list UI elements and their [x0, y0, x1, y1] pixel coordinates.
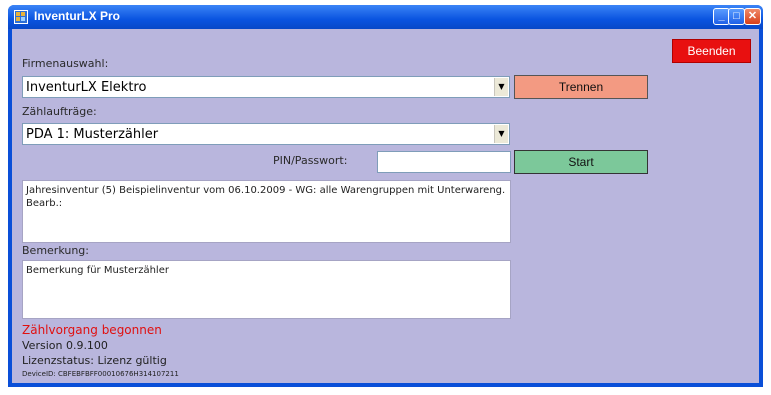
title-bar[interactable]: InventurLX Pro _ □ ✕	[8, 5, 763, 29]
start-button[interactable]: Start	[514, 150, 648, 174]
status-text: Zählvorgang begonnen	[22, 323, 162, 337]
chevron-down-icon[interactable]: ▼	[494, 125, 508, 143]
company-label: Firmenauswahl:	[22, 57, 109, 70]
company-select-value: InventurLX Elektro	[26, 80, 147, 95]
version-text: Version 0.9.100	[22, 339, 108, 352]
remark-label: Bemerkung:	[22, 244, 89, 257]
count-orders-select[interactable]: PDA 1: Musterzähler ▼	[22, 123, 510, 145]
description-text: Jahresinventur (5) Beispielinventur vom …	[22, 180, 511, 243]
remark-textarea[interactable]: Bemerkung für Musterzähler	[22, 260, 511, 319]
count-orders-label: Zählaufträge:	[22, 105, 97, 118]
company-select[interactable]: InventurLX Elektro ▼	[22, 76, 510, 98]
pin-input[interactable]	[377, 151, 511, 173]
close-button[interactable]: ✕	[744, 8, 761, 25]
count-orders-select-value: PDA 1: Musterzähler	[26, 127, 159, 142]
quit-button[interactable]: Beenden	[672, 39, 751, 63]
chevron-down-icon[interactable]: ▼	[494, 78, 508, 96]
app-icon	[14, 10, 28, 24]
maximize-button[interactable]: □	[728, 8, 745, 25]
main-panel: Beenden Firmenauswahl: InventurLX Elektr…	[12, 29, 759, 383]
license-status-text: Lizenzstatus: Lizenz gültig	[22, 354, 167, 367]
pin-label: PIN/Passwort:	[273, 154, 348, 167]
disconnect-button[interactable]: Trennen	[514, 75, 648, 99]
window-title: InventurLX Pro	[34, 9, 121, 23]
device-id-text: DeviceID: CBFEBFBFF00010676H314107211	[22, 370, 179, 378]
app-window: InventurLX Pro _ □ ✕ Beenden Firmenauswa…	[8, 5, 763, 387]
